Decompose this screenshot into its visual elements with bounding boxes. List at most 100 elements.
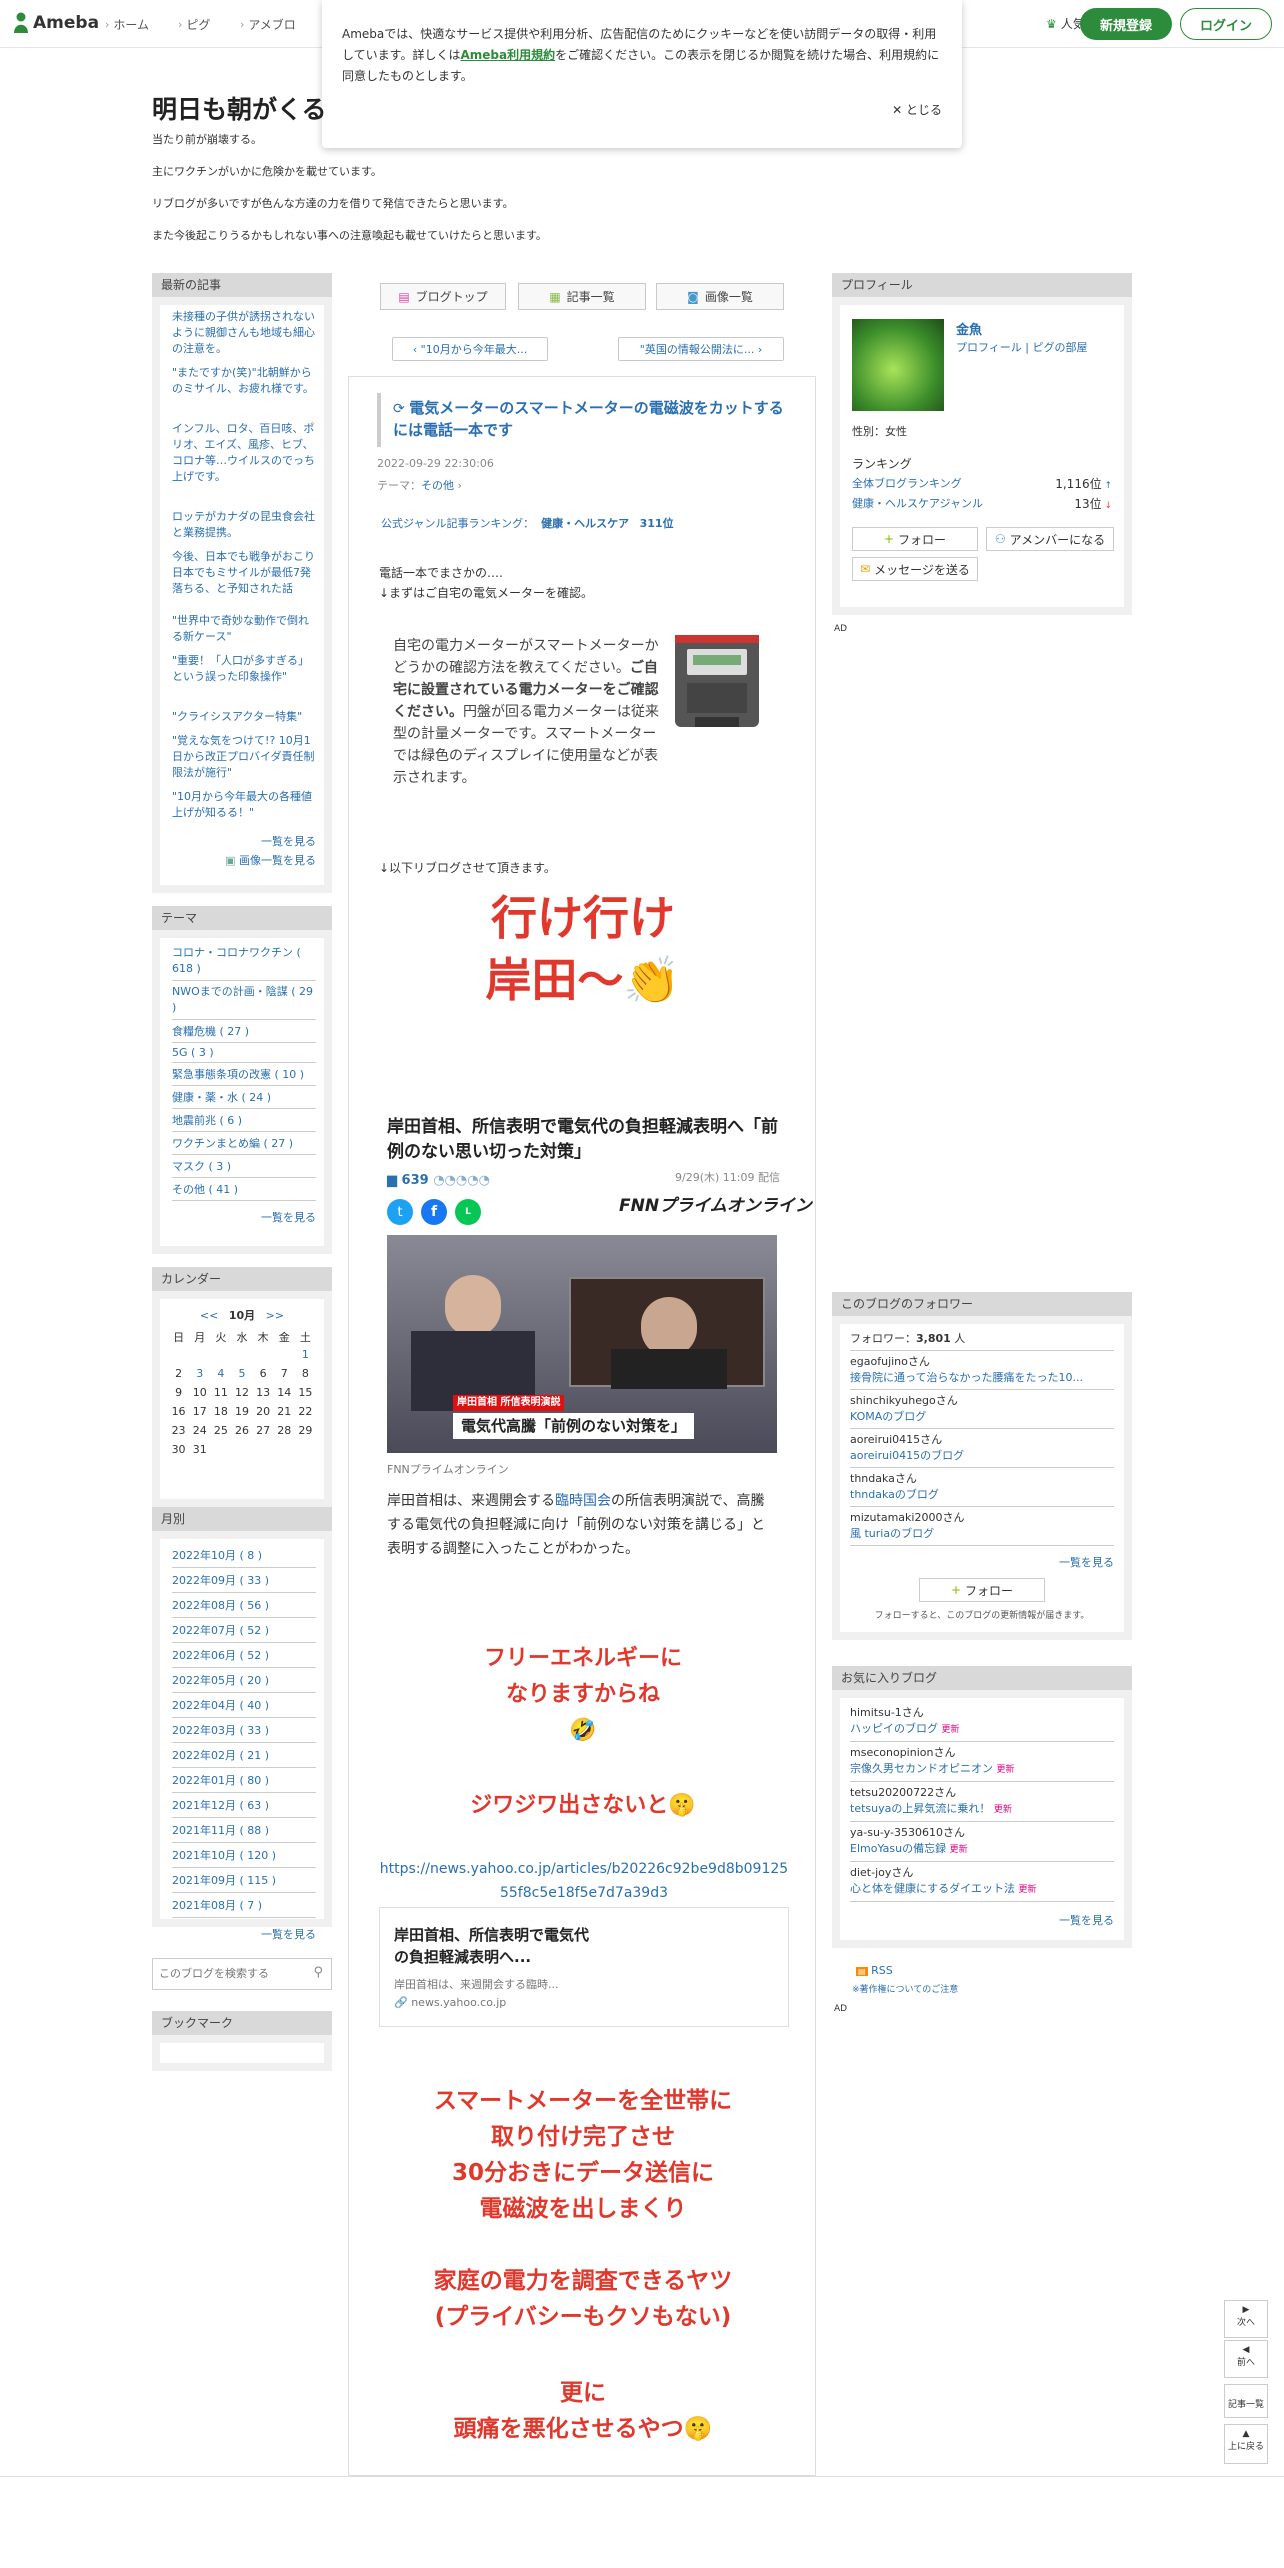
monthly-label[interactable]: 2022年10月 ( 8 ) <box>172 1549 262 1562</box>
monthly-more-link[interactable]: 一覧を見る <box>172 1926 316 1942</box>
pigg-room-link[interactable]: ピグの部屋 <box>1032 341 1087 354</box>
register-button[interactable]: 新規登録 <box>1080 8 1172 40</box>
theme-name[interactable]: コロナ・コロナワクチン <box>172 946 293 959</box>
theme-name[interactable]: ワクチンまとめ編 <box>172 1137 260 1150</box>
article-list-button[interactable]: ▦ 記事一覧 <box>518 283 646 310</box>
monthly-label[interactable]: 2022年09月 ( 33 ) <box>172 1574 269 1587</box>
theme-name[interactable]: NWOまでの計画・陰謀 <box>172 985 288 998</box>
favorite-blog-link[interactable]: 宗像久男セカンドオピニオン <box>850 1762 993 1775</box>
nav-pigg[interactable]: › ピグ <box>178 16 210 33</box>
theme-item[interactable]: 5G ( 3 ) <box>172 1043 316 1063</box>
prev-article-button[interactable]: ‹ "10月から今年最大... <box>392 337 548 361</box>
recent-article-link[interactable]: "クライシスアクター特集" <box>172 709 316 733</box>
monthly-archive-link[interactable]: 2021年08月 ( 7 ) <box>172 1893 316 1918</box>
theme-item[interactable]: 健康・薬・水 ( 24 ) <box>172 1086 316 1109</box>
monthly-archive-link[interactable]: 2021年10月 ( 120 ) <box>172 1843 316 1868</box>
monthly-archive-link[interactable]: 2022年03月 ( 33 ) <box>172 1718 316 1743</box>
blog-search-box[interactable]: ⚲ <box>152 1958 332 1990</box>
blog-title[interactable]: 明日も朝がくる <box>152 90 327 126</box>
back-to-top-nav[interactable]: ▲ 上に戻る <box>1224 2424 1268 2464</box>
follower-user[interactable]: mizutamaki2000 <box>850 1511 942 1524</box>
profile-avatar[interactable] <box>852 319 944 411</box>
theme-name[interactable]: 食糧危機 <box>172 1025 216 1038</box>
monthly-label[interactable]: 2022年02月 ( 21 ) <box>172 1749 269 1762</box>
monthly-archive-link[interactable]: 2021年12月 ( 63 ) <box>172 1793 316 1818</box>
yahoo-news-url[interactable]: https://news.yahoo.co.jp/articles/b20226… <box>379 1857 789 1905</box>
monthly-label[interactable]: 2021年09月 ( 115 ) <box>172 1874 276 1887</box>
favorite-user[interactable]: diet-joy <box>850 1866 891 1879</box>
monthly-archive-link[interactable]: 2022年10月 ( 8 ) <box>172 1543 316 1568</box>
line-icon[interactable]: L <box>455 1199 481 1225</box>
monthly-label[interactable]: 2022年03月 ( 33 ) <box>172 1724 269 1737</box>
monthly-archive-link[interactable]: 2021年09月 ( 115 ) <box>172 1868 316 1893</box>
ranking-genre-link[interactable]: 健康・ヘルスケアジャンル <box>852 497 983 510</box>
diet-link[interactable]: 臨時国会 <box>555 1493 611 1509</box>
follower-blog-link[interactable]: KOMAのブログ <box>850 1410 926 1423</box>
recent-article-link[interactable]: "世界中で奇妙な動作で倒れる新ケース" <box>172 613 316 653</box>
follower-blog-link[interactable]: 風 turiaのブログ <box>850 1527 934 1540</box>
follower-blog-link[interactable]: thndakaのブログ <box>850 1488 939 1501</box>
theme-item[interactable]: コロナ・コロナワクチン ( 618 ) <box>172 942 316 981</box>
monthly-label[interactable]: 2021年12月 ( 63 ) <box>172 1799 269 1812</box>
recent-article-link[interactable]: "重要！「人口が多すぎる」という誤った印象操作" <box>172 653 316 709</box>
theme-name[interactable]: 緊急事態条項の改憲 <box>172 1068 271 1081</box>
monthly-label[interactable]: 2021年11月 ( 88 ) <box>172 1824 269 1837</box>
monthly-label[interactable]: 2021年10月 ( 120 ) <box>172 1849 276 1862</box>
next-article-button[interactable]: "英国の情報公開法に... › <box>618 337 784 361</box>
theme-item[interactable]: NWOまでの計画・陰謀 ( 29 ) <box>172 981 316 1020</box>
favorite-user[interactable]: mseconopinion <box>850 1746 933 1759</box>
theme-item[interactable]: 地震前兆 ( 6 ) <box>172 1109 316 1132</box>
monthly-archive-link[interactable]: 2022年09月 ( 33 ) <box>172 1568 316 1593</box>
ranking-overall-link[interactable]: 全体ブログランキング <box>852 477 962 490</box>
monthly-archive-link[interactable]: 2021年11月 ( 88 ) <box>172 1818 316 1843</box>
calendar-day[interactable]: 1 <box>295 1345 316 1364</box>
theme-more-link[interactable]: 一覧を見る <box>172 1209 316 1225</box>
monthly-label[interactable]: 2021年08月 ( 7 ) <box>172 1899 262 1912</box>
blog-top-button[interactable]: ▤ ブログトップ <box>380 283 506 310</box>
next-article-nav[interactable]: ▶ 次へ <box>1224 2300 1268 2338</box>
recent-article-link[interactable]: ロッテがカナダの昆虫食会社と業務提携。 <box>172 509 316 549</box>
message-button[interactable]: ✉ メッセージを送る <box>852 557 978 581</box>
copyright-notice-link[interactable]: ※著作権についてのご注意 <box>852 1982 958 1995</box>
profile-name[interactable]: 金魚 <box>956 319 982 338</box>
theme-name[interactable]: 5G <box>172 1046 188 1059</box>
favorite-blog-link[interactable]: ハッピイのブログ <box>850 1722 938 1735</box>
calendar-prev-link[interactable]: << <box>200 1309 218 1322</box>
recent-article-link[interactable]: "またですか(笑)"北朝鮮からのミサイル、お疲れ様です。 <box>172 365 316 421</box>
search-icon[interactable]: ⚲ <box>313 1965 323 1980</box>
blog-search-input[interactable] <box>159 1959 299 1987</box>
favorite-user[interactable]: ya-su-y-3530610 <box>850 1826 943 1839</box>
follower-user[interactable]: thndaka <box>850 1472 895 1485</box>
genre-ranking[interactable]: 公式ジャンル記事ランキング： 健康・ヘルスケア 311位 <box>381 515 674 531</box>
article-title[interactable]: 電気メーターのスマートメーターの電磁波をカットするには電話一本です <box>393 399 784 439</box>
monthly-label[interactable]: 2022年06月 ( 52 ) <box>172 1649 269 1662</box>
theme-item[interactable]: マスク ( 3 ) <box>172 1155 316 1178</box>
recent-article-link[interactable]: インフル、ロタ、百日咳、ポリオ、エイズ、風疹、ヒブ、コロナ等…ウイルスのでっち上… <box>172 421 316 509</box>
image-list-button[interactable]: ◙ 画像一覧 <box>656 283 784 310</box>
theme-name[interactable]: 地震前兆 <box>172 1114 216 1127</box>
follower-blog-link[interactable]: aoreirui0415のブログ <box>850 1449 964 1462</box>
monthly-archive-link[interactable]: 2022年06月 ( 52 ) <box>172 1643 316 1668</box>
theme-name[interactable]: マスク <box>172 1160 205 1173</box>
theme-item[interactable]: その他 ( 41 ) <box>172 1178 316 1201</box>
cookie-close-button[interactable]: ✕ とじる <box>892 100 942 121</box>
followers-more-link[interactable]: 一覧を見る <box>850 1554 1114 1570</box>
follow-button[interactable]: + フォロー <box>852 527 978 551</box>
profile-link[interactable]: プロフィール <box>956 341 1022 354</box>
amember-button[interactable]: ⚇ アメンバーになる <box>986 527 1114 551</box>
login-button[interactable]: ログイン <box>1180 8 1272 40</box>
theme-name[interactable]: 健康・薬・水 <box>172 1091 238 1104</box>
favorite-user[interactable]: tetsu20200722 <box>850 1786 934 1799</box>
ameba-logo[interactable]: Ameba <box>12 12 99 34</box>
theme-item[interactable]: 緊急事態条項の改憲 ( 10 ) <box>172 1063 316 1086</box>
terms-link[interactable]: Ameba利用規約 <box>460 48 555 62</box>
favorites-more-link[interactable]: 一覧を見る <box>850 1912 1114 1928</box>
theme-link[interactable]: その他 <box>421 479 454 492</box>
prev-article-nav[interactable]: ◀ 前へ <box>1224 2340 1268 2378</box>
favorite-blog-link[interactable]: tetsuyaの上昇気流に乗れ！ <box>850 1802 990 1815</box>
image-list-link[interactable]: ▣ 画像一覧を見る <box>172 852 316 868</box>
calendar-next-link[interactable]: >> <box>266 1309 284 1322</box>
article-list-nav[interactable]: 記事一覧 <box>1224 2384 1268 2418</box>
theme-name[interactable]: その他 <box>172 1183 205 1196</box>
rss-link[interactable]: ▤ RSS <box>856 1964 893 1977</box>
